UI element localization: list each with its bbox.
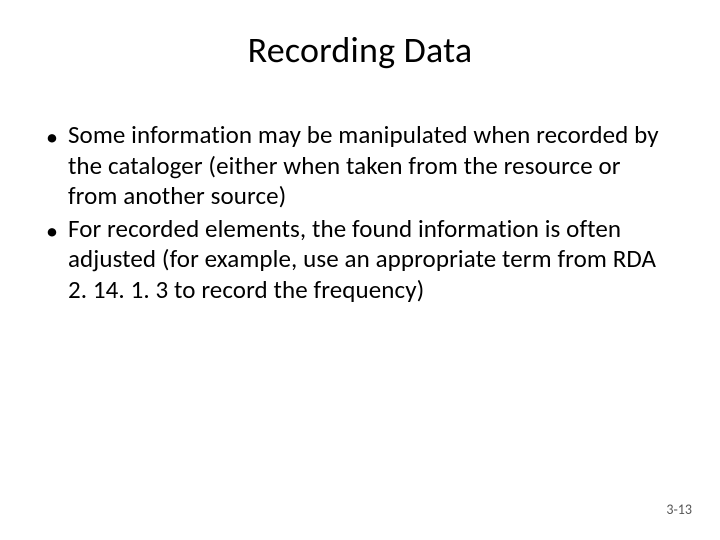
bullet-icon: • xyxy=(46,216,58,248)
bullet-text: For recorded elements, the found informa… xyxy=(68,214,674,306)
slide-content: • Some information may be manipulated wh… xyxy=(40,120,680,305)
slide: Recording Data • Some information may be… xyxy=(0,0,720,540)
page-number: 3-13 xyxy=(666,501,692,518)
bullet-icon: • xyxy=(46,122,58,154)
bullet-text: Some information may be manipulated when… xyxy=(68,120,674,212)
list-item: • For recorded elements, the found infor… xyxy=(46,214,674,306)
slide-title: Recording Data xyxy=(40,28,680,72)
list-item: • Some information may be manipulated wh… xyxy=(46,120,674,212)
